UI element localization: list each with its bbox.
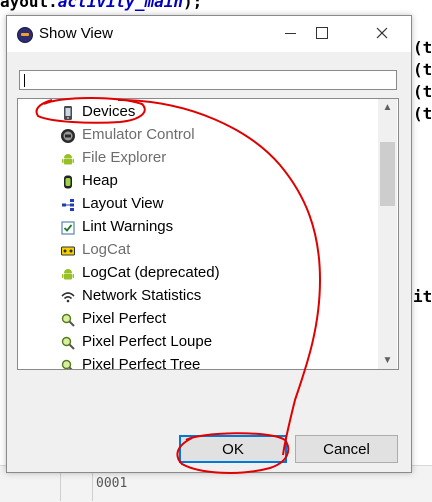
list-item-label: Pixel Perfect Tree xyxy=(82,356,201,370)
list-item-label: Heap xyxy=(82,172,118,189)
checkbox-icon xyxy=(61,221,75,235)
list-item[interactable]: File Explorer xyxy=(18,147,378,170)
list-item-label: Devices xyxy=(82,103,136,120)
list-item-label: LogCat (deprecated) xyxy=(82,264,220,281)
device-icon xyxy=(64,106,72,120)
minimize-icon xyxy=(284,32,296,34)
list-item[interactable]: Pixel Perfect Tree xyxy=(18,354,378,370)
wifi-icon xyxy=(61,292,75,303)
filter-input[interactable] xyxy=(19,70,397,90)
scroll-up-button[interactable]: ▲ xyxy=(378,99,397,116)
emulator-icon xyxy=(61,129,75,143)
ok-button[interactable]: OK xyxy=(179,435,287,463)
maximize-icon xyxy=(316,27,328,39)
code-snippet: it xyxy=(413,287,432,306)
list-item[interactable]: Layout View xyxy=(18,193,378,216)
list-item-label: Pixel Perfect xyxy=(82,310,167,327)
list-item[interactable]: Devices xyxy=(18,101,378,124)
list-item-label: Layout View xyxy=(82,195,164,212)
bottom-table xyxy=(0,470,432,501)
eclipse-icon xyxy=(17,27,33,43)
bottom-value: 0001 xyxy=(96,476,128,491)
show-view-dialog: Show View Devices Emulator Control File … xyxy=(6,15,412,473)
cancel-button[interactable]: Cancel xyxy=(295,435,398,463)
list-item-label: LogCat xyxy=(82,241,131,258)
list-item[interactable]: Emulator Control xyxy=(18,124,378,147)
view-tree[interactable]: Devices Emulator Control File Explorer H… xyxy=(17,98,399,370)
list-item-label: Network Statistics xyxy=(82,287,202,304)
minimize-button[interactable] xyxy=(273,16,307,50)
magnifier-icon xyxy=(61,313,75,327)
list-item[interactable]: LogCat xyxy=(18,239,378,262)
scroll-down-button[interactable]: ▼ xyxy=(378,352,397,369)
code-snippet: (t xyxy=(413,38,432,57)
android-icon xyxy=(62,269,74,280)
title-bar[interactable]: Show View xyxy=(7,16,411,52)
list-item[interactable]: LogCat (deprecated) xyxy=(18,262,378,285)
list-item-label: Emulator Control xyxy=(82,126,195,143)
chevron-up-icon: ▲ xyxy=(382,102,393,113)
logcat-icon xyxy=(61,246,75,256)
magnifier-icon xyxy=(61,359,73,369)
code-snippet: (t xyxy=(413,82,432,101)
code-line: ayout.activity_main); xyxy=(0,0,203,11)
scroll-thumb[interactable] xyxy=(380,142,395,206)
list-item[interactable]: Lint Warnings xyxy=(18,216,378,239)
list-item[interactable]: Network Statistics xyxy=(18,285,378,308)
text-caret xyxy=(24,74,25,87)
code-snippet: (t xyxy=(413,104,432,123)
dialog-title: Show View xyxy=(39,25,113,42)
code-snippet: (t xyxy=(413,60,432,79)
list-item[interactable]: Pixel Perfect Loupe xyxy=(18,331,378,354)
list-item-label: File Explorer xyxy=(82,149,167,166)
close-button[interactable] xyxy=(365,16,399,50)
list-item-label: Pixel Perfect Loupe xyxy=(82,333,213,350)
vertical-scrollbar[interactable]: ▲ ▼ xyxy=(378,99,397,369)
list-item-label: Lint Warnings xyxy=(82,218,174,235)
magnifier-icon xyxy=(61,336,75,350)
list-item[interactable]: Pixel Perfect xyxy=(18,308,378,331)
heap-icon xyxy=(64,175,72,189)
layout-icon xyxy=(62,199,74,211)
list-item[interactable]: Heap xyxy=(18,170,378,193)
chevron-down-icon: ▼ xyxy=(382,355,393,366)
close-icon xyxy=(376,27,388,39)
maximize-button[interactable] xyxy=(305,16,339,50)
android-icon xyxy=(62,154,74,165)
